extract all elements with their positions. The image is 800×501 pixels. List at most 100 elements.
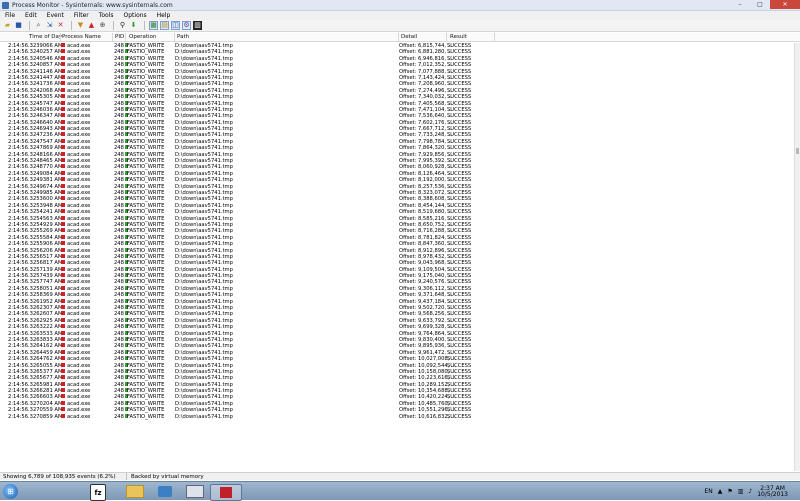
detail-prefix: Offset: [399, 228, 418, 235]
taskbar-app-fz[interactable]: fz [90, 484, 106, 501]
column-path[interactable]: Path [177, 34, 189, 40]
status-divider [126, 473, 127, 480]
taskbar-app-player-icon[interactable] [150, 484, 180, 499]
flag-icon[interactable]: ⚑ [727, 488, 732, 495]
clock-date: 10/5/2013 [757, 490, 788, 498]
menu-file[interactable]: File [0, 12, 20, 19]
process-icon [61, 349, 65, 354]
capture-icon[interactable]: ⌕ [34, 21, 43, 30]
detail-prefix: Offset: [399, 400, 418, 407]
column-divider[interactable] [125, 33, 126, 42]
detail-prefix: Offset: [399, 356, 418, 363]
menu-filter[interactable]: Filter [69, 12, 94, 19]
menu-help[interactable]: Help [152, 12, 176, 19]
autocad-icon [220, 487, 232, 498]
minimize-button[interactable]: – [730, 0, 750, 9]
clear-icon[interactable]: ✕ [56, 21, 65, 30]
detail-prefix: Offset: [399, 119, 418, 126]
menu-edit[interactable]: Edit [20, 12, 42, 19]
process-icon [61, 330, 65, 335]
scrollbar-thumb[interactable] [796, 148, 799, 154]
taskbar-app-window-icon[interactable] [180, 484, 210, 499]
status-bar: Showing 6,789 of 108,935 events (6.2%) B… [0, 472, 800, 480]
vertical-scrollbar[interactable] [794, 43, 800, 471]
target-icon[interactable]: ⊕ [98, 21, 107, 30]
volume-icon[interactable]: ♪ [748, 488, 752, 495]
detail-prefix: Offset: [399, 177, 418, 184]
detail-prefix: Offset: [399, 189, 418, 196]
close-button[interactable]: ✕ [770, 0, 800, 9]
process-icon [61, 94, 65, 99]
column-time-of-day[interactable]: Time of Day [29, 34, 62, 40]
detail-prefix: Offset: [399, 253, 418, 260]
tray-up-arrow-icon[interactable]: ▲ [718, 488, 723, 495]
language-indicator[interactable]: EN [704, 488, 712, 495]
menu-event[interactable]: Event [42, 12, 69, 19]
detail-prefix: Offset: [399, 241, 418, 248]
process-icon [61, 273, 65, 278]
media-icon [158, 486, 172, 497]
column-divider[interactable] [446, 33, 447, 42]
detail-prefix: Offset: [399, 362, 418, 369]
event-list[interactable]: 2:14:56.3239066 AM acad.exe 248 FASTIO_WRIT… [0, 43, 794, 471]
open-icon[interactable]: ▰ [3, 21, 12, 30]
menu-bar: File Edit Event Filter Tools Options Hel… [0, 11, 800, 20]
process-icon [61, 74, 65, 79]
column-pid[interactable]: PID [115, 34, 124, 40]
column-process-name[interactable]: Process Name [62, 34, 101, 40]
system-tray: EN ▲ ⚑ ▥ ♪ 2:37 AM 10/5/2013 [699, 484, 788, 499]
toolbar-separator [113, 21, 114, 30]
clock[interactable]: 2:37 AM 10/5/2013 [757, 485, 788, 498]
process-icon [61, 400, 65, 405]
taskbar-app-autocad-icon[interactable] [210, 484, 242, 501]
process-icon [61, 285, 65, 290]
network-icon[interactable]: ▥ [738, 488, 744, 495]
profiling-icon[interactable]: ▥ [193, 21, 202, 30]
taskbar-app-explorer-icon[interactable] [120, 484, 150, 499]
find-icon[interactable]: ⚲ [118, 21, 127, 30]
column-detail[interactable]: Detail [401, 34, 417, 40]
menu-tools[interactable]: Tools [94, 12, 119, 19]
save-icon[interactable]: ■ [14, 21, 23, 30]
start-button[interactable]: ⊞ [3, 484, 18, 499]
detail-prefix: Offset: [399, 260, 418, 267]
cell-operation: FASTIO_WRITE [127, 413, 165, 420]
process-icon [61, 368, 65, 373]
toolbar-separator [144, 21, 145, 30]
filesystem-icon[interactable]: ▤ [160, 21, 169, 30]
column-divider[interactable] [494, 33, 495, 42]
process-icon [61, 253, 65, 258]
detail-prefix: Offset: [399, 43, 418, 49]
autoscroll-icon[interactable]: ⇲ [45, 21, 54, 30]
detail-prefix: Offset: [399, 343, 418, 350]
column-divider[interactable] [174, 33, 175, 42]
process-icon [61, 145, 65, 150]
detail-prefix: Offset: [399, 330, 418, 337]
registry-icon[interactable]: ▦ [149, 21, 158, 30]
network-icon[interactable]: ◫ [171, 21, 180, 30]
column-operation[interactable]: Operation [129, 34, 156, 40]
maximize-button[interactable]: □ [750, 0, 770, 9]
process-icon [61, 279, 65, 284]
detail-prefix: Offset: [399, 234, 418, 241]
column-divider[interactable] [398, 33, 399, 42]
detail-prefix: Offset: [399, 151, 418, 158]
toolbar-separator [29, 21, 30, 30]
column-result[interactable]: Result [450, 34, 467, 40]
highlight-icon[interactable]: ▲ [87, 21, 96, 30]
table-row[interactable]: 2:14:56.3270859 AM acad.exe 248 FASTIO_WRIT… [0, 413, 794, 420]
column-divider[interactable] [112, 33, 113, 42]
column-divider[interactable] [60, 33, 61, 42]
detail-prefix: Offset: [399, 311, 418, 318]
process-icon[interactable]: ⚙ [182, 21, 191, 30]
detail-prefix: Offset: [399, 317, 418, 324]
process-icon [61, 170, 65, 175]
process-icon [61, 43, 65, 47]
filter-icon[interactable]: ▼ [76, 21, 85, 30]
detail-prefix: Offset: [399, 375, 418, 382]
menu-options[interactable]: Options [119, 12, 152, 19]
detail-prefix: Offset: [399, 298, 418, 305]
detail-prefix: Offset: [399, 87, 418, 94]
jump-icon[interactable]: ⬇ [129, 21, 138, 30]
process-icon [61, 126, 65, 131]
